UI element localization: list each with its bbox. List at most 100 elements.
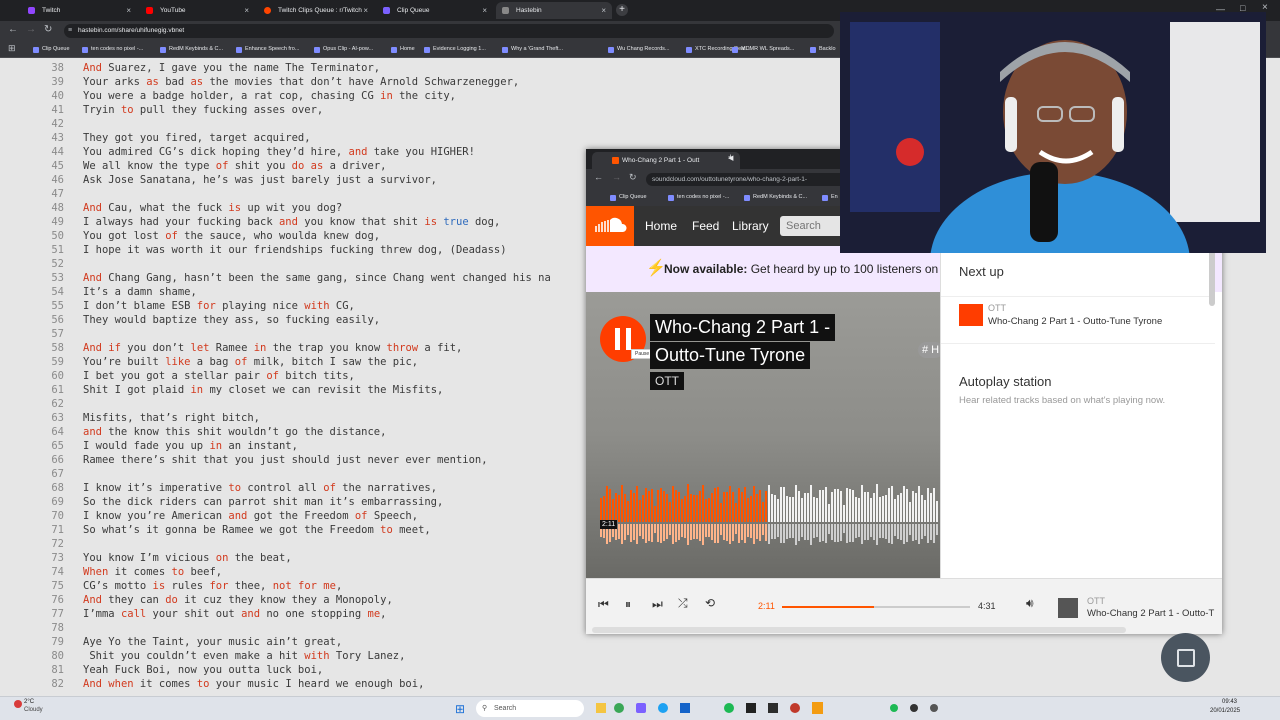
tab-twitch[interactable]: Twitch ×: [22, 2, 137, 19]
tab-hastebin[interactable]: Hastebin ×: [496, 2, 612, 19]
bookmark-item[interactable]: Wu Chang Records...: [608, 41, 669, 58]
tab-label: Hastebin: [516, 7, 542, 14]
track-artist[interactable]: OTT: [650, 372, 684, 390]
bookmark-item[interactable]: ten codes no pixel -...: [82, 41, 143, 58]
tray-icon[interactable]: [910, 704, 918, 712]
bookmark-item[interactable]: En: [822, 189, 838, 206]
reload-icon[interactable]: ↻: [629, 172, 637, 183]
queue-item-title[interactable]: Who-Chang 2 Part 1 - Outto-Tune Tyrone: [988, 316, 1162, 327]
bookmark-item[interactable]: Backlo: [810, 41, 836, 58]
queue-item-artwork[interactable]: [959, 304, 983, 326]
new-tab-button[interactable]: +: [728, 152, 733, 162]
bookmark-item[interactable]: Opus Clip - AI-pow...: [314, 41, 373, 58]
app-icon[interactable]: [636, 703, 646, 713]
tag-chip[interactable]: # H: [918, 342, 940, 358]
bookmark-item[interactable]: Home: [391, 41, 415, 58]
bookmark-item[interactable]: RedM Keybinds & C...: [744, 189, 807, 206]
forward-icon[interactable]: →: [612, 172, 621, 182]
player-artist[interactable]: OTT: [1087, 596, 1105, 606]
bookmark-item[interactable]: ten codes no pixel -...: [668, 189, 729, 206]
tab-reddit[interactable]: Twitch Clips Queue : r/Twitch ×: [258, 2, 374, 19]
app-icon[interactable]: [680, 703, 690, 713]
chrome-icon[interactable]: [614, 703, 624, 713]
tab-soundcloud[interactable]: Who-Chang 2 Part 1 - Outt: [592, 152, 740, 169]
spotify-icon[interactable]: [724, 703, 734, 713]
app-icon[interactable]: [812, 702, 823, 714]
player-artwork[interactable]: [1058, 598, 1078, 618]
waveform-reflection: [930, 524, 932, 540]
taskbar-search[interactable]: ⚲ Search: [476, 700, 584, 717]
bookmark-item[interactable]: RedM Keybinds & C...: [160, 41, 223, 58]
horizontal-scrollbar[interactable]: [592, 627, 1126, 633]
divider: [941, 296, 1215, 297]
bookmark-item[interactable]: MDMR WL Spreads...: [732, 41, 794, 58]
new-tab-button[interactable]: +: [616, 4, 628, 16]
edge-icon[interactable]: [658, 703, 668, 713]
nav-home[interactable]: Home: [637, 206, 685, 246]
tab-youtube[interactable]: YouTube ×: [140, 2, 255, 19]
forward-icon[interactable]: →: [26, 24, 36, 35]
close-icon[interactable]: ×: [244, 2, 249, 19]
tray-icon[interactable]: [890, 704, 898, 712]
waveform-reflection: [630, 524, 632, 542]
code-line: It’s a damn shame,: [83, 286, 197, 298]
queue-item-artist[interactable]: OTT: [988, 303, 1006, 313]
back-icon[interactable]: ←: [594, 172, 603, 182]
close-icon[interactable]: ×: [363, 2, 368, 19]
waveform-bar: [927, 487, 929, 522]
line-number: 61: [51, 384, 64, 396]
reload-icon[interactable]: ↻: [44, 24, 52, 35]
bookmark-item[interactable]: Enhance Speech fro...: [236, 41, 299, 58]
weather-temp[interactable]: 2°C: [24, 699, 34, 705]
code-line: And Cau, what the fuck is up wit you dog…: [83, 202, 343, 214]
back-icon[interactable]: ←: [8, 24, 18, 35]
close-icon[interactable]: ×: [482, 2, 487, 19]
tray-icon[interactable]: [930, 704, 938, 712]
pause-icon[interactable]: ⏸: [625, 597, 631, 612]
waveform-bar: [630, 489, 632, 522]
overlay-copy-button[interactable]: [1161, 633, 1210, 682]
line-number: 53: [51, 272, 64, 284]
progress-track[interactable]: [782, 606, 970, 608]
clock-time[interactable]: 09:43: [1222, 699, 1237, 705]
site-info-icon[interactable]: ≡: [68, 24, 72, 38]
previous-icon[interactable]: ⏮: [598, 597, 609, 612]
file-explorer-icon[interactable]: [596, 703, 606, 713]
player-title[interactable]: Who-Chang 2 Part 1 - Outto-T: [1087, 608, 1214, 619]
app-icon[interactable]: [790, 703, 800, 713]
volume-icon[interactable]: 🔊︎: [1026, 596, 1034, 611]
bookmark-item[interactable]: Why a 'Grand Theft...: [502, 41, 563, 58]
weather-icon[interactable]: [14, 700, 22, 708]
repeat-icon[interactable]: ⟲: [705, 596, 715, 610]
clock-date[interactable]: 20/01/2025: [1210, 708, 1240, 714]
bookmark-item[interactable]: Clip Queue: [610, 189, 647, 206]
nav-feed[interactable]: Feed: [684, 206, 727, 246]
obs-icon[interactable]: [746, 703, 756, 713]
terminal-icon[interactable]: [768, 703, 778, 713]
waveform-reflection: [693, 524, 695, 539]
line-number: 68: [51, 482, 64, 494]
nav-library[interactable]: Library: [724, 206, 777, 246]
search-input[interactable]: [780, 216, 840, 236]
close-icon[interactable]: ×: [126, 2, 131, 19]
close-icon[interactable]: ×: [601, 2, 606, 19]
weather-desc[interactable]: Cloudy: [24, 707, 43, 713]
next-icon[interactable]: ⏭: [652, 597, 663, 612]
waveform-reflection: [645, 524, 647, 543]
soundcloud-logo-icon[interactable]: [586, 206, 634, 246]
bookmark-item[interactable]: Evidence Logging 1...: [424, 41, 486, 58]
waveform-bar: [918, 485, 920, 522]
waveform-bar: [912, 490, 914, 522]
windows-start-icon[interactable]: ⊞: [455, 702, 465, 716]
waveform-bar: [663, 490, 665, 522]
waveform[interactable]: [600, 478, 940, 550]
waveform-reflection: [720, 524, 722, 535]
tab-clip-queue[interactable]: Clip Queue ×: [377, 2, 493, 19]
bookmark-item[interactable]: Clip Queue: [33, 41, 70, 58]
waveform-reflection: [819, 524, 821, 542]
waveform-reflection: [654, 524, 656, 533]
url-input[interactable]: ≡ hastebin.com/share/uhifunegig.vbnet: [64, 24, 834, 38]
shuffle-icon[interactable]: ⤮: [678, 596, 688, 611]
sidebar-scrollbar[interactable]: [1209, 246, 1215, 306]
apps-icon[interactable]: ⊞: [8, 43, 16, 54]
